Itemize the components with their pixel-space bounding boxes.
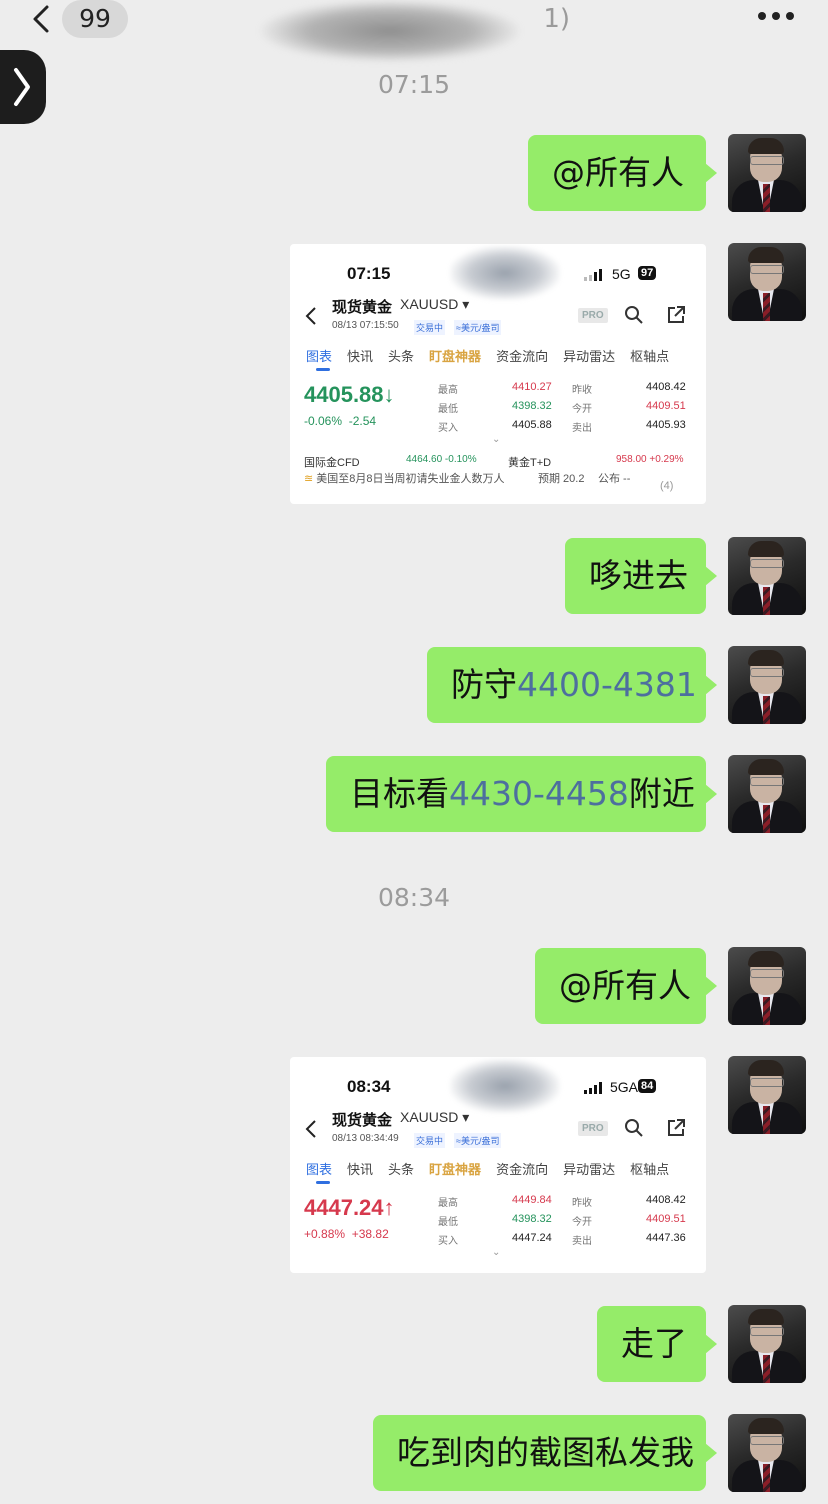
news-publish: 公布 -- <box>598 473 631 485</box>
current-price: 4405.88↓ <box>304 382 395 407</box>
instrument-symbol: XAUUSD ▾ <box>400 1109 470 1125</box>
message-bubble[interactable]: @所有人 <box>535 948 717 1024</box>
status-time: 08:34 <box>347 1077 391 1096</box>
cfd-label: 国际金CFD <box>304 457 360 469</box>
avatar[interactable] <box>728 134 806 212</box>
search-icon <box>625 1119 643 1137</box>
stat-label: 昨收 <box>572 385 592 396</box>
tab-bar: 图表 快讯 头条 盯盘神器 资金流向 异动雷达 枢轴点 <box>306 1162 670 1177</box>
avatar[interactable] <box>728 243 806 321</box>
network-type: 5G <box>612 266 631 282</box>
avatar[interactable] <box>728 755 806 833</box>
quote-datetime: 08/13 08:34:49 <box>332 1133 399 1144</box>
avatar[interactable] <box>728 1305 806 1383</box>
active-tab-indicator <box>316 368 330 371</box>
stat-label: 今开 <box>572 1217 592 1228</box>
stat-value: 4408.42 <box>646 1194 686 1206</box>
blurred-watermark <box>450 246 560 300</box>
price-change: -0.06% -2.54 <box>304 414 377 428</box>
news-forecast: 预期 20.2 <box>538 473 585 485</box>
signal-bars-icon <box>584 269 602 281</box>
stat-value: 4409.51 <box>646 400 686 412</box>
stat-label: 买入 <box>438 423 458 434</box>
search-icon <box>625 306 643 324</box>
pro-badge: PRO <box>578 1121 608 1136</box>
network-type: 5GA <box>610 1079 639 1095</box>
message-bubble[interactable]: 防守4400-4381 <box>427 647 717 723</box>
back-arrow-icon[interactable] <box>30 4 52 34</box>
stat-value: 4409.51 <box>646 1213 686 1225</box>
currency-unit-badge: ≈美元/盎司 <box>454 320 502 335</box>
screenshot-image-message[interactable]: 07:15 5G 97 现货黄金 XAUUSD ▾ 08/13 07:15:50… <box>290 244 706 504</box>
current-price: 4447.24↑ <box>304 1195 395 1220</box>
avatar[interactable] <box>728 646 806 724</box>
timestamp: 08:34 <box>377 883 451 912</box>
status-time: 07:15 <box>347 264 391 283</box>
back-arrow-icon <box>305 1120 316 1138</box>
battery-level: 84 <box>638 1079 657 1093</box>
chat-header: 99 1) <box>0 0 828 62</box>
price-change: +0.88% +38.82 <box>304 1227 389 1241</box>
stat-value: 4398.32 <box>512 400 552 412</box>
stat-value: 4405.93 <box>646 419 686 431</box>
quote-datetime: 08/13 07:15:50 <box>332 320 399 331</box>
share-icon <box>668 306 685 323</box>
message-bubble[interactable]: @所有人 <box>528 135 717 211</box>
message-bubble[interactable]: 走了 <box>597 1306 717 1382</box>
stat-label: 最低 <box>438 404 458 415</box>
stat-label: 昨收 <box>572 1198 592 1209</box>
expand-chevron-icon: ⌄ <box>492 1247 501 1258</box>
stat-value: 4408.42 <box>646 381 686 393</box>
news-ticker: ≊ 美国至8月8日当周初请失业金人数万人 <box>304 473 505 485</box>
stat-label: 最高 <box>438 385 458 396</box>
avatar[interactable] <box>728 1414 806 1492</box>
active-tab-indicator <box>316 1181 330 1184</box>
message-bubble[interactable]: 哆进去 <box>565 538 717 614</box>
message-bubble[interactable]: 吃到肉的截图私发我 <box>373 1415 717 1491</box>
trading-state-badge: 交易中 <box>414 1133 446 1148</box>
back-arrow-icon <box>305 307 316 325</box>
instrument-name: 现货黄金 <box>332 299 393 316</box>
stat-label: 卖出 <box>572 423 592 434</box>
signal-bars-icon <box>584 1082 602 1094</box>
stat-label: 今开 <box>572 404 592 415</box>
currency-unit-badge: ≈美元/盎司 <box>454 1133 502 1148</box>
cfd-value: 4464.60 -0.10% <box>406 454 477 465</box>
screenshot-image-message[interactable]: 08:34 5GA 84 现货黄金 XAUUSD ▾ 08/13 08:34:4… <box>290 1057 706 1273</box>
stat-label: 最高 <box>438 1198 458 1209</box>
stat-value: 4447.36 <box>646 1232 686 1244</box>
battery-level: 97 <box>638 266 657 280</box>
avatar[interactable] <box>728 1056 806 1134</box>
stat-value: 4398.32 <box>512 1213 552 1225</box>
share-icon <box>668 1119 685 1136</box>
instrument-symbol: XAUUSD ▾ <box>400 296 470 312</box>
trading-state-badge: 交易中 <box>414 320 446 335</box>
stat-value: 4449.84 <box>512 1194 552 1206</box>
stat-label: 买入 <box>438 1236 458 1247</box>
timestamp: 07:15 <box>377 70 451 99</box>
stat-value: 4405.88 <box>512 419 552 431</box>
message-bubble[interactable]: 目标看4430-4458附近 <box>326 756 717 832</box>
td-value: 958.00 +0.29% <box>616 454 684 465</box>
blurred-watermark <box>450 1059 560 1113</box>
more-options-icon[interactable] <box>758 12 794 24</box>
stat-value: 4410.27 <box>512 381 552 393</box>
expand-chevron-icon: ⌄ <box>492 434 501 445</box>
avatar[interactable] <box>728 947 806 1025</box>
stat-label: 卖出 <box>572 1236 592 1247</box>
instrument-name: 现货黄金 <box>332 1112 393 1129</box>
news-count: (4) <box>660 480 674 492</box>
avatar[interactable] <box>728 537 806 615</box>
stat-label: 最低 <box>438 1217 458 1228</box>
tab-bar: 图表 快讯 头条 盯盘神器 资金流向 异动雷达 枢轴点 <box>306 349 670 364</box>
pro-badge: PRO <box>578 308 608 323</box>
chat-title: 1) <box>543 4 570 34</box>
stat-value: 4447.24 <box>512 1232 552 1244</box>
td-label: 黄金T+D <box>508 457 552 469</box>
unread-count-badge[interactable]: 99 <box>62 0 128 38</box>
